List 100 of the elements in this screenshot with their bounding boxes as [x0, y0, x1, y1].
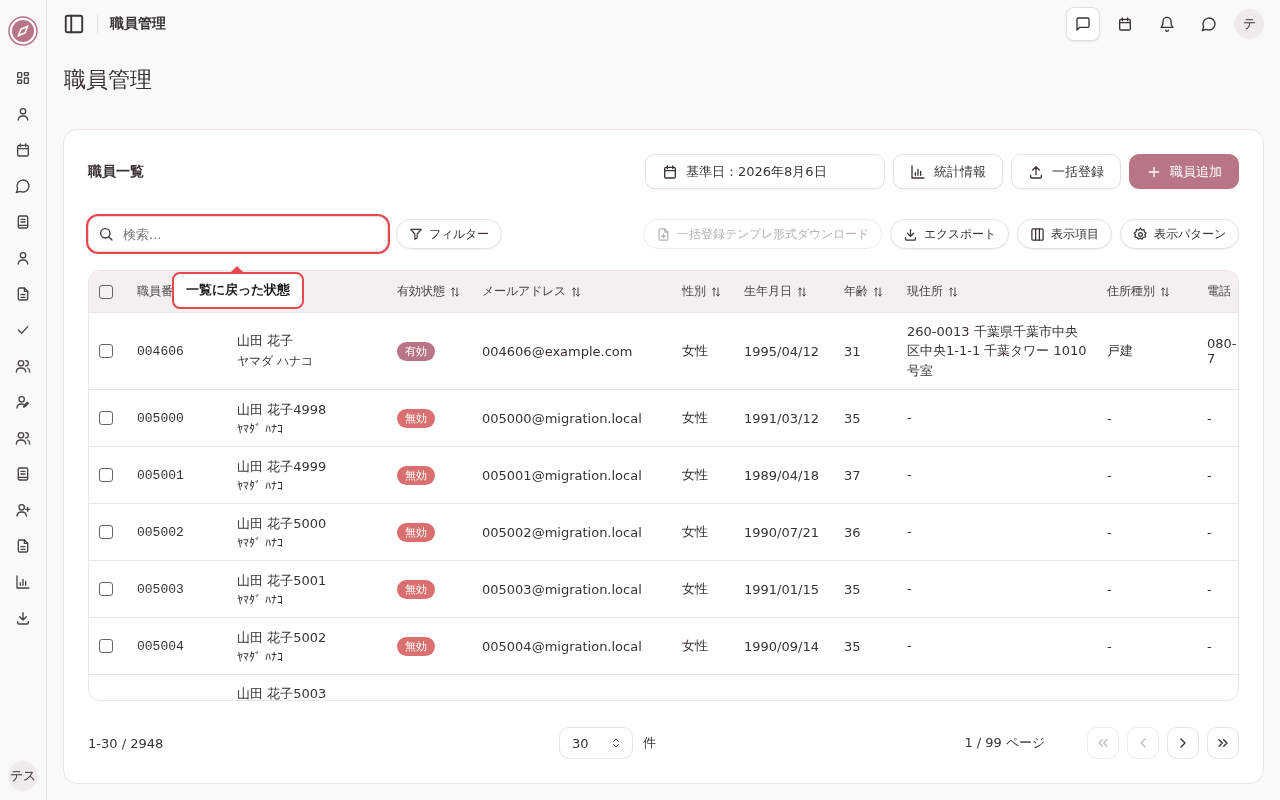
employee-id: 005002: [137, 525, 184, 540]
page-size-select[interactable]: 30: [559, 727, 633, 759]
document-icon[interactable]: [15, 286, 31, 302]
user-avatar[interactable]: テス: [8, 761, 38, 791]
user-edit-icon[interactable]: [15, 394, 31, 410]
chat-icon[interactable]: [15, 178, 31, 194]
gender-text: 女性: [682, 524, 708, 539]
select-all-checkbox[interactable]: [99, 284, 113, 299]
calendar-icon: [662, 163, 678, 180]
column-header[interactable]: 住所種別: [1107, 284, 1155, 299]
user-icon[interactable]: [15, 106, 31, 122]
employee-kana: ﾔﾏﾀﾞ ﾊﾅｺ: [237, 649, 284, 664]
download-icon[interactable]: [15, 610, 31, 626]
columns-button[interactable]: 表示項目: [1017, 219, 1112, 249]
phone-text: -: [1207, 524, 1212, 540]
birth-text: 1989/04/18: [744, 467, 819, 483]
age-text: 37: [844, 467, 861, 483]
row-checkbox[interactable]: [99, 525, 113, 539]
tooltip-arrow: [231, 266, 243, 272]
book-icon[interactable]: [15, 214, 31, 230]
column-header[interactable]: 性別: [682, 284, 706, 299]
sort-icon[interactable]: [449, 285, 461, 298]
chart-icon: [910, 163, 926, 180]
page-title: 職員管理: [64, 66, 153, 94]
email-text: 005000@migration.local: [482, 410, 642, 426]
users-icon[interactable]: [15, 358, 31, 374]
updown-icon: [610, 737, 622, 749]
birth-text: 1995/04/12: [744, 343, 819, 359]
book-icon[interactable]: [15, 466, 31, 482]
sort-icon[interactable]: [710, 285, 722, 298]
last-page-button[interactable]: [1207, 727, 1239, 759]
birth-text: 1990/09/14: [744, 638, 819, 654]
tooltip: 一覧に戻った状態: [172, 272, 304, 309]
birth-text: 1991/03/12: [744, 410, 819, 426]
users-icon[interactable]: [15, 430, 31, 446]
notification-icon: [1159, 16, 1175, 32]
phone-text: -: [1207, 410, 1212, 426]
employee-kana: ﾔﾏﾀﾞ ﾊﾅｺ: [237, 592, 284, 607]
user-avatar[interactable]: テ: [1234, 9, 1264, 39]
employee-kana: ヤマダ ハナコ: [237, 353, 314, 370]
address-type-text: -: [1107, 410, 1112, 426]
row-checkbox[interactable]: [99, 468, 113, 482]
email-text: 005002@migration.local: [482, 524, 642, 540]
gender-text: 女性: [682, 581, 708, 596]
chart-icon[interactable]: [15, 574, 31, 590]
filter-button[interactable]: フィルター: [396, 219, 502, 249]
message-button[interactable]: [1066, 7, 1100, 41]
employee-id: 005003: [137, 582, 184, 597]
unit-label: 件: [643, 734, 656, 752]
email-text: 004606@example.com: [482, 343, 633, 359]
birth-text: 1990/07/21: [744, 524, 819, 540]
sort-icon[interactable]: [1159, 285, 1171, 298]
row-checkbox[interactable]: [99, 582, 113, 596]
employee-id: 004606: [137, 344, 184, 359]
sort-icon[interactable]: [947, 285, 959, 298]
filter-icon: [409, 227, 423, 241]
column-header[interactable]: 生年月日: [744, 284, 792, 299]
column-header[interactable]: 職員番: [137, 284, 173, 299]
sort-icon[interactable]: [796, 285, 808, 298]
sort-icon[interactable]: [570, 285, 582, 298]
calendar-icon: [1117, 16, 1133, 32]
column-header[interactable]: 年齢: [844, 284, 868, 299]
date-button[interactable]: 基準日：2026年8月6日: [645, 154, 885, 189]
status-badge: 有効: [397, 341, 435, 361]
upload-icon: [1028, 163, 1044, 180]
email-text: 005001@migration.local: [482, 467, 642, 483]
row-checkbox[interactable]: [99, 411, 113, 425]
age-text: 35: [844, 638, 861, 654]
add-button[interactable]: 職員追加: [1129, 154, 1239, 189]
address-text: -: [907, 638, 912, 654]
address-type-text: -: [1107, 467, 1112, 483]
import-button[interactable]: 一括登録: [1011, 154, 1121, 189]
export-button[interactable]: エクスポート: [890, 219, 1009, 249]
pattern-button[interactable]: 表示パターン: [1120, 219, 1239, 249]
card-title: 職員一覧: [88, 162, 144, 181]
search-icon: [98, 226, 114, 242]
settings-icon: [1133, 226, 1148, 242]
sidebar-toggle-icon[interactable]: [63, 13, 85, 35]
sort-icon[interactable]: [872, 285, 884, 298]
phone-text: 080-7: [1207, 336, 1237, 366]
gender-text: 女性: [682, 638, 708, 653]
user-icon[interactable]: [15, 250, 31, 266]
column-header[interactable]: メールアドレス: [482, 284, 566, 299]
column-header[interactable]: 現住所: [907, 284, 943, 299]
stats-button[interactable]: 統計情報: [893, 154, 1003, 189]
document-icon[interactable]: [15, 538, 31, 554]
status-badge: 無効: [397, 408, 435, 428]
employee-name: 山田 花子5001: [237, 571, 328, 590]
calendar-icon[interactable]: [15, 142, 31, 158]
employee-name: 山田 花子4999: [237, 457, 328, 476]
employee-kana: ﾔﾏﾀﾞ ﾊﾅｺ: [237, 535, 284, 550]
compass-logo[interactable]: [8, 16, 38, 46]
address-type-text: -: [1107, 581, 1112, 597]
search-field[interactable]: 検索...: [88, 216, 388, 252]
dashboard-icon[interactable]: [15, 70, 31, 86]
address-text: 260-0013 千葉県千葉市中央区中央1-1-1 千葉タワー 1010号室: [907, 323, 1087, 378]
row-checkbox[interactable]: [99, 639, 113, 653]
row-checkbox[interactable]: [99, 344, 113, 358]
user-plus-icon[interactable]: [15, 502, 31, 518]
status-badge: 無効: [397, 636, 435, 656]
